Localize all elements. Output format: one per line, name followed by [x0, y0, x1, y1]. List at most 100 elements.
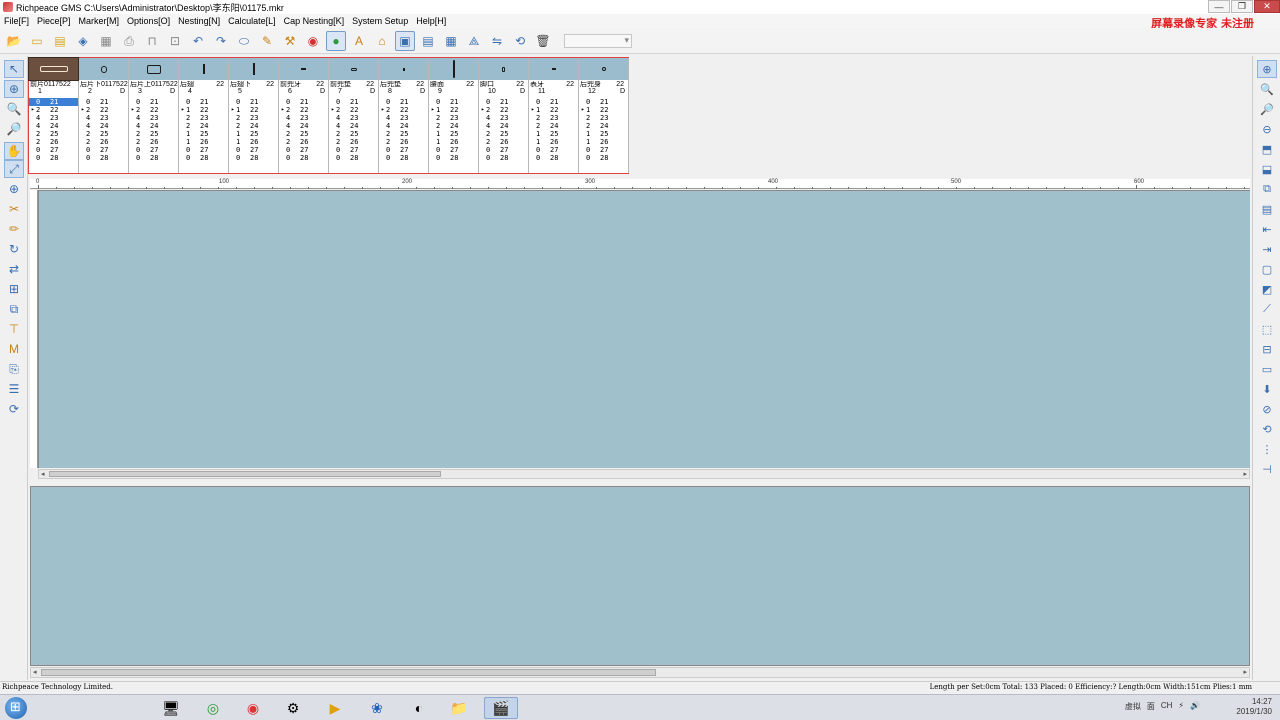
- chrome-icon[interactable]: ◉: [236, 697, 270, 719]
- size-row[interactable]: 0 27: [79, 146, 128, 154]
- size-row[interactable]: 4 24: [129, 122, 178, 130]
- size-row[interactable]: 2 24: [179, 122, 228, 130]
- shift-left-icon[interactable]: ⇤: [1257, 220, 1277, 238]
- piece-move-icon[interactable]: ⬒: [1257, 140, 1277, 158]
- open-folder-icon[interactable]: 📂: [4, 31, 24, 51]
- piece-column[interactable]: 表牙 22 11 0 21 ▸ 1 22 2 23 2 24 1 25 1 26 0 27 0 28: [529, 58, 579, 173]
- grid-view-icon[interactable]: ▣: [395, 30, 415, 51]
- new-file-icon[interactable]: ▭: [27, 31, 47, 51]
- menu-piece[interactable]: Piece[P]: [33, 16, 75, 26]
- volume-icon[interactable]: 🔊: [1190, 701, 1200, 712]
- piece-column[interactable]: 后片下0117522 2 D 0 21 ▸ 2 22 4 23 4 24 2 25 2 26 0 27 0 28: [79, 58, 129, 173]
- save-icon[interactable]: ◈: [73, 31, 93, 51]
- flip-piece-icon[interactable]: ⇄: [4, 260, 24, 278]
- list-view-icon[interactable]: ▤: [418, 31, 438, 51]
- size-row[interactable]: 0 21: [479, 98, 528, 106]
- size-row[interactable]: 4 23: [479, 114, 528, 122]
- size-row[interactable]: 4 24: [279, 122, 328, 130]
- piece-stack-icon[interactable]: ▤: [1257, 200, 1277, 218]
- size-row[interactable]: 0 27: [129, 146, 178, 154]
- size-row[interactable]: 0 21: [129, 98, 178, 106]
- copy-piece-icon[interactable]: ⎘: [4, 360, 24, 378]
- disable-icon[interactable]: ⊘: [1257, 400, 1277, 418]
- piece-thumbnail[interactable]: [179, 58, 228, 80]
- piece-thumbnail[interactable]: [229, 58, 278, 80]
- start-button[interactable]: [5, 697, 27, 719]
- piece-column[interactable]: 前兜垫 22 7 D 0 21 ▸ 2 22 4 23 4 24 2 25 2 26 0 27 0 28: [329, 58, 379, 173]
- piece-thumbnail[interactable]: [479, 58, 528, 80]
- player-icon[interactable]: ▶: [318, 697, 352, 719]
- piece-thumbnail[interactable]: [329, 58, 378, 80]
- overview-horizontal-scrollbar[interactable]: ◂ ▸: [30, 667, 1250, 678]
- size-row[interactable]: ▸ 1 22: [579, 106, 628, 114]
- cloud-app-icon[interactable]: ❀: [360, 697, 394, 719]
- stack-icon[interactable]: ☰: [4, 380, 24, 398]
- size-row[interactable]: 1 26: [179, 138, 228, 146]
- size-row[interactable]: 0 28: [579, 154, 628, 162]
- size-row[interactable]: 4 24: [479, 122, 528, 130]
- blank-tool-icon[interactable]: ▢: [1257, 260, 1277, 278]
- open-file-icon[interactable]: ▤: [50, 31, 70, 51]
- pan-icon[interactable]: ✋: [4, 142, 24, 160]
- size-row[interactable]: 4 24: [329, 122, 378, 130]
- size-row[interactable]: 0 28: [429, 154, 478, 162]
- scroll-thumb[interactable]: [41, 669, 656, 676]
- piece-column[interactable]: 后兜身 22 12 D 0 21 ▸ 1 22 2 23 2 24 1 25 1 26 0 27 0 28: [579, 58, 629, 173]
- marker-m-icon[interactable]: M: [4, 340, 24, 358]
- size-row[interactable]: 0 21: [329, 98, 378, 106]
- zoom-in-icon[interactable]: 🔍: [4, 100, 24, 118]
- piece-thumbnail[interactable]: [529, 58, 578, 80]
- fit-view-icon[interactable]: ⤢: [4, 160, 24, 178]
- camera-app-icon[interactable]: ◐: [402, 697, 436, 719]
- size-row[interactable]: ▸ 1 22: [529, 106, 578, 114]
- size-row[interactable]: 0 27: [379, 146, 428, 154]
- auto-nest-icon[interactable]: ●: [326, 30, 346, 51]
- size-row[interactable]: 0 28: [529, 154, 578, 162]
- size-row[interactable]: ▸ 2 22: [79, 106, 128, 114]
- zoom-in-right-icon[interactable]: 🔍: [1257, 80, 1277, 98]
- size-row[interactable]: 2 25: [379, 130, 428, 138]
- size-row[interactable]: 0 21: [379, 98, 428, 106]
- overview-canvas[interactable]: [30, 486, 1250, 666]
- delete-icon[interactable]: 🗑: [533, 31, 553, 51]
- size-row[interactable]: 1 25: [579, 130, 628, 138]
- measure-icon[interactable]: ⟁: [464, 31, 484, 51]
- size-row[interactable]: 0 28: [179, 154, 228, 162]
- piece-thumbnail[interactable]: [28, 57, 79, 81]
- size-row[interactable]: 2 23: [429, 114, 478, 122]
- overlap-icon[interactable]: ⧉: [4, 300, 24, 318]
- size-row[interactable]: 0 27: [479, 146, 528, 154]
- size-row[interactable]: 0 21: [579, 98, 628, 106]
- plot-icon[interactable]: ⊓: [142, 31, 162, 51]
- size-row[interactable]: 2 24: [579, 122, 628, 130]
- size-row[interactable]: 2 23: [529, 114, 578, 122]
- measure-tool-icon[interactable]: ⊤: [4, 320, 24, 338]
- piece-column[interactable]: 脚口 22 10 D 0 21 ▸ 2 22 4 23 4 24 2 25 2 26 0 27 0 28: [479, 58, 529, 173]
- size-row[interactable]: 1 25: [179, 130, 228, 138]
- piece-column[interactable]: 后兜垫 22 8 D 0 21 ▸ 2 22 4 23 4 24 2 25 2 26 0 27 0 28: [379, 58, 429, 173]
- size-row[interactable]: 2 26: [379, 138, 428, 146]
- piece-thumbnail[interactable]: [579, 58, 628, 80]
- size-row[interactable]: 2 26: [29, 138, 78, 146]
- piece-column[interactable]: 后片上0117522 3 D 0 21 ▸ 2 22 4 23 4 24 2 25 2 26 0 27 0 28: [129, 58, 179, 173]
- battery-icon[interactable]: ⚡: [1178, 701, 1184, 712]
- marker-canvas[interactable]: [38, 190, 1250, 468]
- piece-copy-icon[interactable]: ⧉: [1257, 180, 1277, 198]
- size-row[interactable]: 0 21: [79, 98, 128, 106]
- size-row[interactable]: 1 26: [529, 138, 578, 146]
- size-row[interactable]: 2 23: [229, 114, 278, 122]
- size-row[interactable]: 4 23: [329, 114, 378, 122]
- piece-column[interactable]: 后翅 22 4 0 21 ▸ 1 22 2 23 2 24 1 25 1 26 0 27 0 28: [179, 58, 229, 173]
- size-row[interactable]: 2 25: [29, 130, 78, 138]
- size-row[interactable]: 0 28: [79, 154, 128, 162]
- size-row[interactable]: 0 28: [229, 154, 278, 162]
- piece-thumbnail[interactable]: [379, 58, 428, 80]
- menu-options[interactable]: Options[O]: [123, 16, 174, 26]
- size-row[interactable]: 0 27: [429, 146, 478, 154]
- size-row[interactable]: 0 21: [179, 98, 228, 106]
- size-row[interactable]: 0 28: [29, 154, 78, 162]
- size-row[interactable]: ▸ 2 22: [479, 106, 528, 114]
- size-row[interactable]: 2 23: [579, 114, 628, 122]
- size-row[interactable]: 2 26: [79, 138, 128, 146]
- piece-thumbnail[interactable]: [79, 58, 128, 80]
